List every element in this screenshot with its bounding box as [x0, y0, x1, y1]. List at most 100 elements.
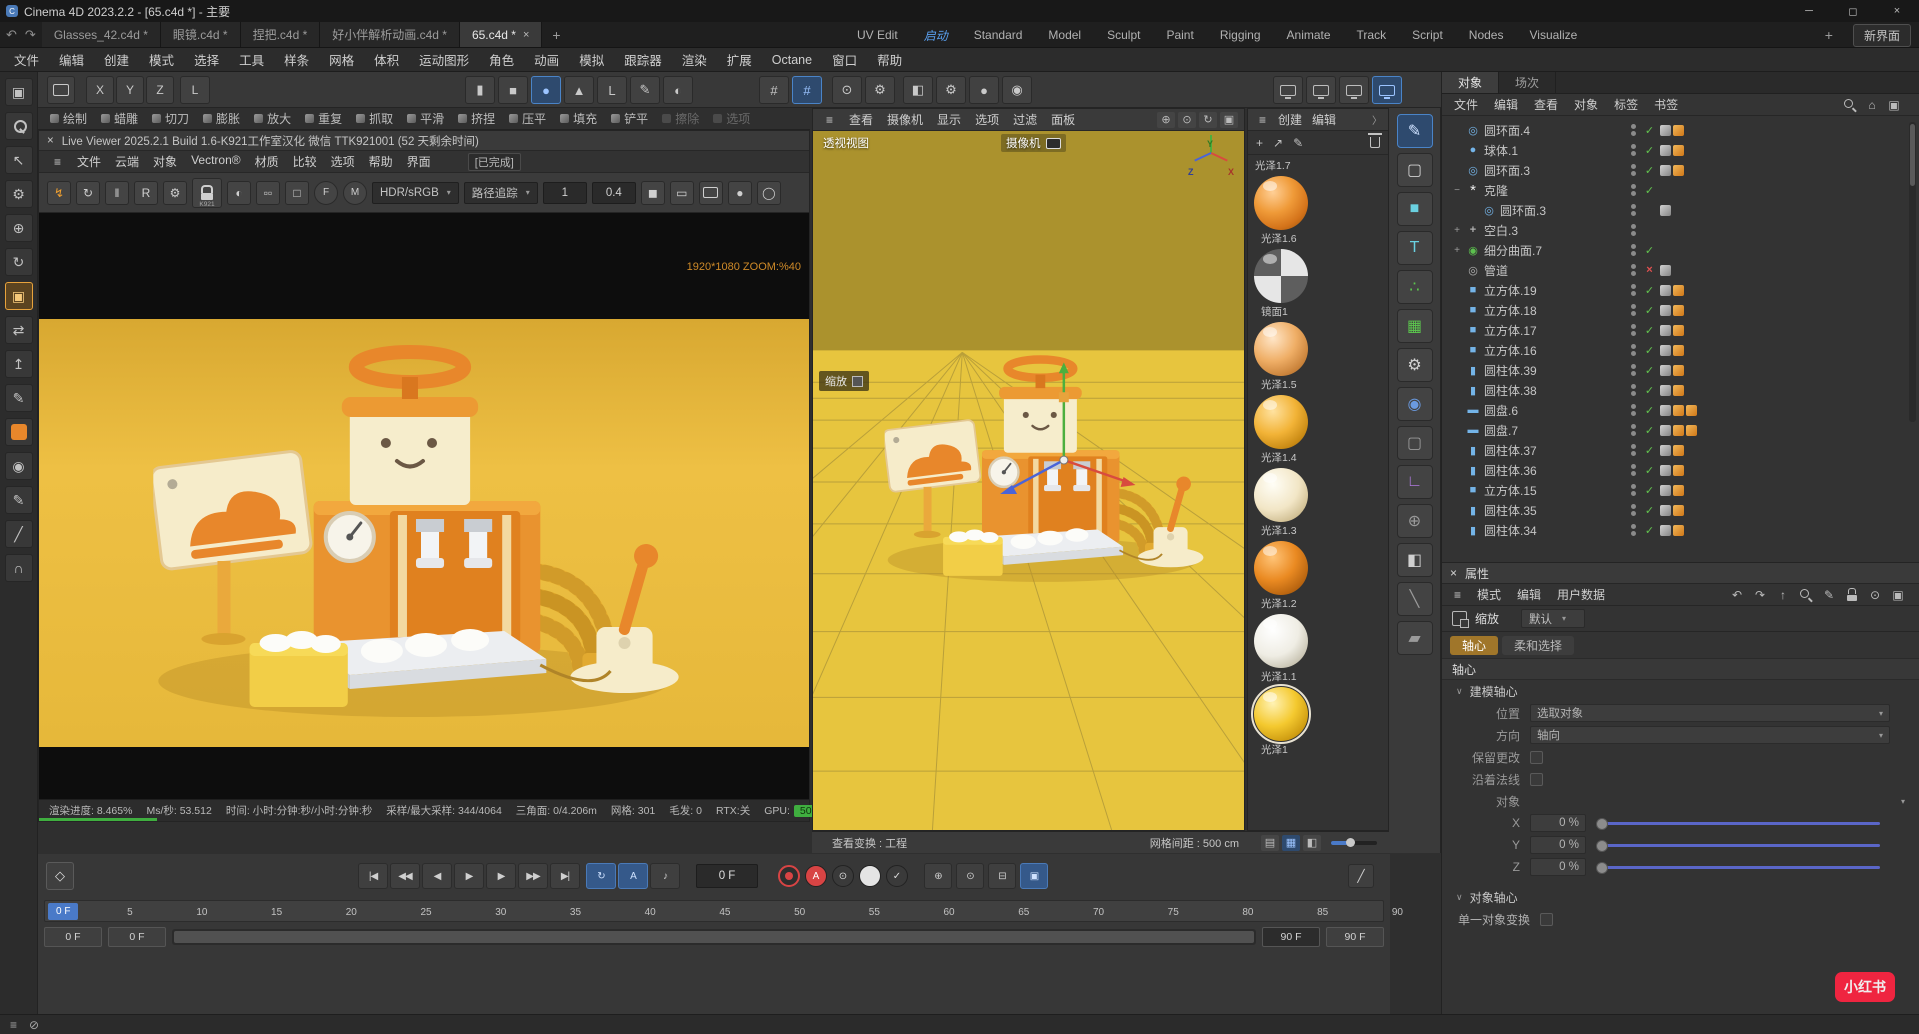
viewport-frame-icon[interactable]: ▣: [4, 78, 33, 106]
object-row[interactable]: 圆环面.3: [1442, 200, 1704, 220]
range-start-field[interactable]: 0 F: [44, 927, 102, 947]
material-ball-icon[interactable]: ◐: [663, 76, 693, 104]
visibility-dots[interactable]: [1631, 384, 1636, 396]
object-name[interactable]: 圆盘.7: [1484, 422, 1627, 439]
key-rotation-icon[interactable]: ⊟: [988, 863, 1016, 889]
prev-key-button[interactable]: ◀◀: [390, 863, 420, 889]
material-item[interactable]: 镜面1: [1248, 249, 1388, 319]
object-row[interactable]: 空白.3: [1442, 220, 1704, 240]
object-row[interactable]: 立方体.16: [1442, 340, 1704, 360]
mat-tag[interactable]: [1686, 404, 1697, 416]
mat-tag[interactable]: [1673, 324, 1684, 336]
octane-menu-item[interactable]: 选项: [324, 153, 362, 170]
magnify-icon[interactable]: [4, 112, 33, 140]
play-button[interactable]: ▶: [454, 863, 484, 889]
material-item[interactable]: 光泽1: [1248, 684, 1388, 757]
material-name[interactable]: 光泽1.2: [1261, 596, 1388, 611]
phong-tag[interactable]: [1660, 164, 1671, 176]
phong-tag[interactable]: [1660, 504, 1671, 516]
kernel-select[interactable]: 路径追踪 ▾: [463, 181, 538, 204]
attribute-slider[interactable]: [1596, 839, 1880, 852]
brush-item[interactable]: 膨胀: [197, 110, 246, 127]
snap-settings-icon[interactable]: #: [792, 76, 822, 104]
octane-menu-item[interactable]: Vectron®: [184, 153, 248, 170]
layout-tab[interactable]: Rigging: [1208, 28, 1273, 42]
document-tab[interactable]: 好小伴解析动画.c4d * ×: [320, 22, 460, 47]
viewport-menu-item[interactable]: 选项: [968, 111, 1006, 128]
object-row[interactable]: 圆柱体.34: [1442, 520, 1704, 540]
visibility-dots[interactable]: [1631, 344, 1636, 356]
visibility-dots[interactable]: [1631, 424, 1636, 436]
brush-item[interactable]: 绘制: [44, 110, 93, 127]
visibility-dots[interactable]: [1631, 164, 1636, 176]
display-3-icon[interactable]: [1339, 76, 1369, 104]
material-name[interactable]: 光泽1.1: [1261, 669, 1388, 684]
brush-item[interactable]: 挤捏: [452, 110, 501, 127]
object-menu-item[interactable]: 标签: [1606, 96, 1646, 113]
menu-item[interactable]: 文件: [4, 50, 49, 69]
object-name[interactable]: 圆柱体.34: [1484, 522, 1627, 539]
visibility-dots[interactable]: [1631, 364, 1636, 376]
magnet-tool-icon[interactable]: ∩: [4, 554, 33, 582]
object-manager-tab[interactable]: 对象: [1442, 72, 1500, 93]
visibility-dots[interactable]: [1631, 484, 1636, 496]
brightness-slider[interactable]: [1331, 837, 1377, 847]
attribute-select[interactable]: 轴向 ▾: [1530, 726, 1890, 744]
object-row[interactable]: 圆盘.7: [1442, 420, 1704, 440]
octane-menu-item[interactable]: 界面: [400, 153, 438, 170]
status-check-icon[interactable]: ⊘: [29, 1018, 39, 1032]
mat-tag[interactable]: [1686, 424, 1697, 436]
menu-item[interactable]: 窗口: [822, 50, 867, 69]
phong-tag[interactable]: [1660, 524, 1671, 536]
loop-button[interactable]: ↻: [586, 863, 616, 889]
grid-view-icon[interactable]: ▦: [1282, 834, 1300, 851]
visibility-dots[interactable]: [1631, 204, 1636, 216]
document-tab[interactable]: 眼镜.c4d * ×: [160, 22, 241, 47]
pen-tool-icon[interactable]: ✎: [630, 76, 660, 104]
object-name[interactable]: 圆柱体.35: [1484, 502, 1627, 519]
object-row[interactable]: 立方体.17: [1442, 320, 1704, 340]
enable-state-icon[interactable]: [1643, 264, 1656, 276]
material-preview-sphere[interactable]: [1254, 322, 1308, 376]
object-menu-item[interactable]: 对象: [1566, 96, 1606, 113]
attribute-slider[interactable]: [1596, 817, 1880, 830]
record-keyframe-button[interactable]: [778, 865, 800, 887]
range-end-field[interactable]: 90 F: [1326, 927, 1384, 947]
material-menu-item[interactable]: 编辑: [1307, 111, 1341, 128]
viewport-menu-item[interactable]: 摄像机: [880, 111, 930, 128]
up-icon[interactable]: ↑: [1776, 588, 1790, 602]
axis-corner-icon[interactable]: ∟: [1396, 465, 1433, 499]
layout-tab[interactable]: Animate: [1275, 28, 1343, 42]
status-menu-icon[interactable]: ≡: [10, 1018, 17, 1032]
expand-toggle-icon[interactable]: [1452, 185, 1462, 196]
menu-item[interactable]: Octane: [762, 53, 822, 67]
samples-field[interactable]: 1: [542, 181, 587, 204]
redo-icon[interactable]: ↷: [25, 27, 36, 43]
layout-tab[interactable]: Standard: [962, 28, 1035, 42]
enable-state-icon[interactable]: [1643, 344, 1656, 357]
brush-item[interactable]: 压平: [503, 110, 552, 127]
cloner-icon[interactable]: ∴: [1396, 270, 1433, 304]
edit-icon[interactable]: ✎: [1822, 588, 1836, 602]
mode-settings-icon[interactable]: ⚙: [4, 180, 33, 208]
key-preset-icon[interactable]: ▣: [1020, 863, 1048, 889]
zoom-tool-chip[interactable]: 缩放: [819, 371, 869, 391]
object-name[interactable]: 管道: [1484, 262, 1627, 279]
current-frame-marker[interactable]: 0 F: [48, 903, 79, 920]
camera-label[interactable]: 摄像机: [1001, 134, 1066, 152]
project-settings-icon[interactable]: ⚙: [865, 76, 895, 104]
knife-tool-icon[interactable]: ╱: [4, 520, 33, 548]
search-icon[interactable]: [1799, 588, 1813, 602]
snap-toggle-icon[interactable]: #: [759, 76, 789, 104]
octane-menu-item[interactable]: 云端: [108, 153, 146, 170]
layout-tab[interactable]: Model: [1036, 28, 1093, 42]
orbit-icon[interactable]: ↻: [1199, 111, 1217, 128]
enable-state-icon[interactable]: [1643, 184, 1656, 197]
spline-l-icon[interactable]: L: [597, 76, 627, 104]
delete-material-icon[interactable]: [1368, 133, 1382, 148]
exposure-field[interactable]: 0.4: [591, 181, 636, 204]
viewport-hamburger-icon[interactable]: ≡: [819, 113, 840, 127]
object-row[interactable]: 圆柱体.38: [1442, 380, 1704, 400]
visibility-dots[interactable]: [1631, 404, 1636, 416]
material-preview-sphere[interactable]: [1254, 176, 1308, 230]
